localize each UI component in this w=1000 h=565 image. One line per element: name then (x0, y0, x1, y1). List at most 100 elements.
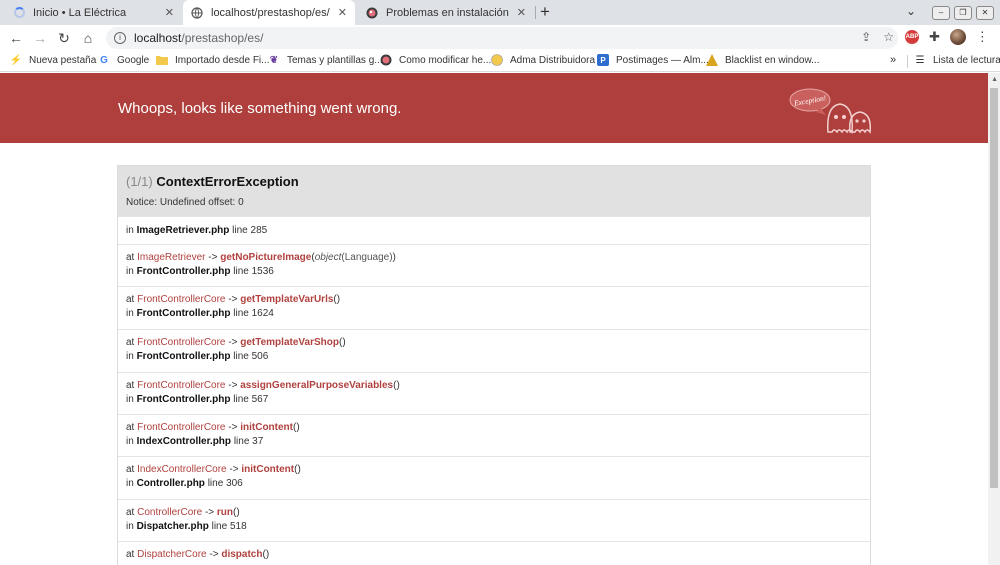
tab-strip: Inicio • La Eléctrica ✕ localhost/presta… (0, 0, 1000, 25)
trace-file: Dispatcher.php (136, 521, 209, 532)
error-banner-title: Whoops, looks like something went wrong. (118, 100, 402, 117)
extensions-area: ABP ✚ ⋮ (905, 29, 989, 45)
blacklist-icon (706, 54, 718, 66)
minimize-button[interactable]: – (932, 5, 950, 20)
back-arrow-icon[interactable]: ← (8, 30, 24, 46)
google-icon: G (100, 54, 108, 66)
bookmark-nueva-pestana[interactable]: ⚡ Nueva pestaña (9, 54, 97, 66)
trace-row: at FrontControllerCore -> getTemplateVar… (118, 286, 870, 329)
exception-count: (1/1) (126, 174, 153, 189)
trace-class[interactable]: FrontControllerCore (137, 422, 225, 433)
reload-icon[interactable]: ↻ (56, 30, 72, 47)
tab-search-chevron-icon[interactable]: ⌄ (906, 4, 916, 18)
bookmark-label: Postimages — Alm... (616, 54, 709, 66)
exception-header: (1/1) ContextErrorException Notice: Unde… (118, 166, 870, 216)
lightning-icon: ⚡ (9, 54, 23, 66)
bookmark-como-modificar[interactable]: Como modificar he... (380, 54, 491, 66)
page-content: Whoops, looks like something went wrong.… (0, 73, 988, 565)
browser-toolbar: ← → ↻ ⌂ i localhost/prestashop/es/ ⇪ ☆ A… (0, 25, 1000, 51)
trace-line-number: 506 (251, 351, 269, 362)
trace-line-number: 1624 (251, 308, 274, 319)
adma-icon (491, 54, 503, 66)
trace-class[interactable]: FrontControllerCore (137, 337, 225, 348)
trace-function: run (216, 507, 233, 518)
tab-localhost[interactable]: localhost/prestashop/es/ ✕ (183, 0, 355, 25)
trace-class[interactable]: FrontControllerCore (137, 380, 225, 391)
folder-icon (156, 54, 168, 66)
bookmark-label: Temas y plantillas g... (287, 54, 383, 66)
tab-inicio[interactable]: Inicio • La Eléctrica ✕ (6, 0, 182, 25)
bookmark-temas[interactable]: ❦ Temas y plantillas g... (268, 54, 383, 66)
bookmark-postimages[interactable]: P Postimages — Alm... (597, 54, 709, 66)
profile-avatar[interactable] (949, 29, 966, 45)
trace-line-number: 306 (226, 478, 243, 489)
loading-spinner-icon (14, 7, 25, 18)
exception-box: (1/1) ContextErrorException Notice: Unde… (117, 165, 871, 565)
postimages-icon: P (597, 54, 609, 66)
close-tab-icon[interactable]: ✕ (165, 6, 174, 19)
prestashop-icon (366, 7, 378, 19)
reading-list-label: Lista de lectura (933, 54, 1000, 66)
trace-file: ImageRetriever.php (136, 225, 230, 236)
site-info-icon[interactable]: i (114, 32, 126, 44)
maximize-button[interactable]: ❐ (954, 5, 972, 20)
bookmark-blacklist[interactable]: Blacklist en window... (706, 54, 820, 66)
new-tab-button[interactable]: + (540, 2, 550, 22)
globe-icon (380, 54, 392, 66)
trace-function: getNoPictureImage (220, 252, 312, 263)
trace-row: in ImageRetriever.php line 285 (118, 216, 870, 244)
forward-arrow-icon[interactable]: → (32, 30, 48, 46)
trace-file: FrontController.php (136, 308, 231, 319)
close-window-button[interactable]: ✕ (976, 5, 994, 20)
bookmarks-bar: ⚡ Nueva pestaña G Google Importado desde… (0, 51, 1000, 72)
adblock-plus-icon[interactable]: ABP (905, 30, 919, 44)
reading-list-button[interactable]: ☰ Lista de lectura (914, 54, 1000, 66)
bookmark-label: Como modificar he... (399, 54, 492, 66)
bookmark-importado[interactable]: Importado desde Fi... (156, 54, 270, 66)
bookmark-label: Nueva pestaña (29, 54, 97, 66)
bookmark-adma[interactable]: Adma Distribuidora (491, 54, 595, 66)
more-bookmarks-button[interactable]: » (890, 54, 896, 66)
trace-file: FrontController.php (136, 394, 231, 405)
trace-row: at FrontControllerCore -> assignGeneralP… (118, 372, 870, 414)
trace-line-number: 518 (229, 521, 247, 532)
bookmark-label: Adma Distribuidora (510, 54, 596, 66)
close-tab-icon[interactable]: ✕ (338, 6, 347, 19)
menu-kebab-icon[interactable]: ⋮ (976, 29, 989, 45)
bookmark-label: Google (117, 54, 150, 66)
scroll-up-arrow-icon[interactable]: ▲ (991, 76, 998, 83)
trace-line-number: 567 (251, 394, 269, 405)
trace-file: FrontController.php (136, 351, 231, 362)
exception-name: ContextErrorException (156, 174, 299, 189)
trace-row: at IndexControllerCore -> initContent() … (118, 456, 870, 499)
trace-file: Controller.php (136, 478, 205, 489)
bookmark-star-icon[interactable]: ☆ (883, 30, 894, 44)
trace-function: getTemplateVarUrls (240, 294, 334, 305)
tab-title: Inicio • La Eléctrica (33, 6, 127, 19)
bookmark-label: Importado desde Fi... (175, 54, 270, 66)
trace-function: getTemplateVarShop (240, 337, 339, 348)
trace-class[interactable]: ImageRetriever (137, 252, 205, 263)
trace-class[interactable]: FrontControllerCore (137, 294, 225, 305)
tab-problemas[interactable]: Problemas en instalación de Tem ✕ (358, 0, 534, 25)
trace-row: at FrontControllerCore -> initContent() … (118, 414, 870, 456)
themes-icon: ❦ (269, 54, 279, 66)
trace-class[interactable]: IndexControllerCore (137, 464, 227, 475)
trace-line-number: 285 (250, 225, 268, 236)
close-tab-icon[interactable]: ✕ (517, 6, 526, 19)
reading-list-icon: ☰ (915, 54, 925, 66)
url-path: /prestashop/es/ (181, 31, 264, 45)
trace-line-number: 1536 (251, 266, 274, 277)
trace-function: dispatch (221, 549, 263, 560)
trace-class[interactable]: DispatcherCore (137, 549, 206, 560)
bookmark-google[interactable]: G Google (98, 54, 149, 66)
trace-class[interactable]: ControllerCore (137, 507, 202, 518)
error-banner: Whoops, looks like something went wrong.… (0, 73, 988, 143)
address-bar[interactable]: i localhost/prestashop/es/ ⇪ ☆ (106, 27, 898, 49)
trace-function: assignGeneralPurposeVariables (240, 380, 394, 391)
scrollbar-thumb[interactable] (990, 88, 998, 488)
trace-row: at ImageRetriever -> getNoPictureImage(o… (118, 244, 870, 286)
extensions-puzzle-icon[interactable]: ✚ (929, 29, 940, 45)
share-icon[interactable]: ⇪ (861, 30, 871, 44)
home-icon[interactable]: ⌂ (80, 30, 96, 46)
